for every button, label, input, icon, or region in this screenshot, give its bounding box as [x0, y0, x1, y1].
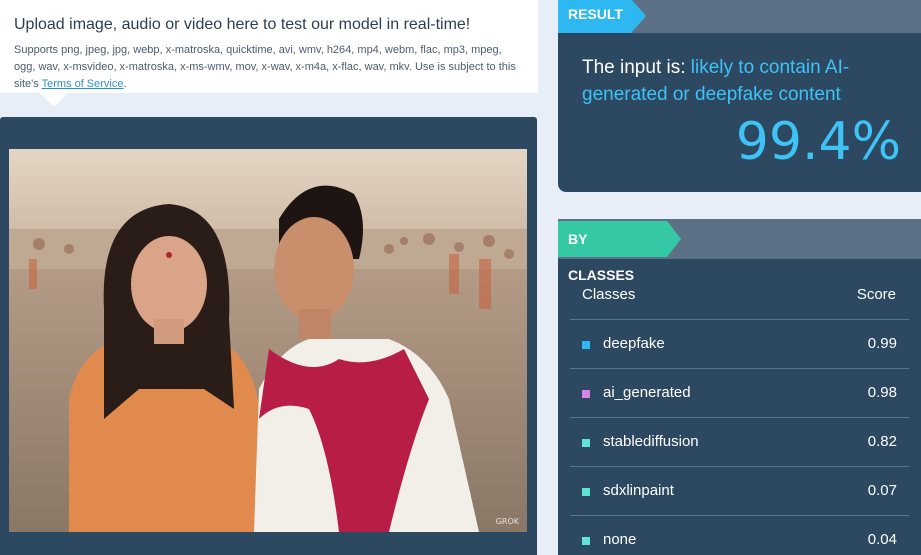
classes-card: BY CLASSES Classes Score deepfake 0.99 a…	[558, 219, 921, 555]
upload-description: Supports png, jpeg, jpg, webp, x-matrosk…	[14, 42, 524, 93]
class-color-swatch	[582, 341, 590, 349]
class-name: stablediffusion	[603, 433, 699, 450]
class-row-sdxlinpaint: sdxlinpaint 0.07	[570, 466, 909, 515]
photo-illustration	[9, 149, 527, 532]
result-tag: RESULT	[558, 0, 646, 33]
column-header-classes: Classes	[582, 286, 636, 303]
confidence-percent: 99.4%	[735, 112, 901, 172]
verdict-prefix: The input is:	[582, 57, 686, 78]
class-name: ai_generated	[603, 384, 691, 401]
class-color-swatch	[582, 390, 590, 398]
watermark-text: GROK	[495, 517, 519, 526]
callout-pointer	[40, 93, 68, 107]
class-score: 0.82	[867, 433, 897, 450]
class-row-stablediffusion: stablediffusion 0.82	[570, 417, 909, 466]
class-color-swatch	[582, 439, 590, 447]
classes-tag: BY CLASSES	[558, 221, 681, 283]
upload-info-box: Upload image, audio or video here to tes…	[0, 0, 538, 107]
result-card: RESULT The input is: likely to contain A…	[558, 0, 921, 192]
verdict-text: The input is: likely to contain AI-gener…	[582, 54, 902, 108]
result-header: RESULT	[558, 0, 921, 33]
terms-of-service-link[interactable]: Terms of Service	[42, 78, 124, 90]
class-score: 0.98	[867, 384, 897, 401]
column-header-score: Score	[856, 286, 896, 303]
class-name: deepfake	[603, 335, 665, 352]
class-score: 0.07	[867, 482, 897, 499]
class-name: none	[603, 531, 637, 548]
class-color-swatch	[582, 537, 590, 545]
class-color-swatch	[582, 488, 590, 496]
uploaded-image: GROK	[9, 149, 527, 532]
class-score: 0.99	[867, 335, 897, 352]
media-preview-panel[interactable]: GROK	[0, 117, 537, 555]
class-row-deepfake: deepfake 0.99	[570, 319, 909, 368]
class-row-ai-generated: ai_generated 0.98	[570, 368, 909, 417]
class-row-none: none 0.04	[570, 515, 909, 555]
class-name: sdxlinpaint	[603, 482, 674, 499]
tos-suffix: .	[123, 78, 127, 90]
class-score: 0.04	[867, 531, 897, 548]
upload-title: Upload image, audio or video here to tes…	[14, 16, 471, 33]
classes-header: BY CLASSES	[558, 219, 921, 283]
